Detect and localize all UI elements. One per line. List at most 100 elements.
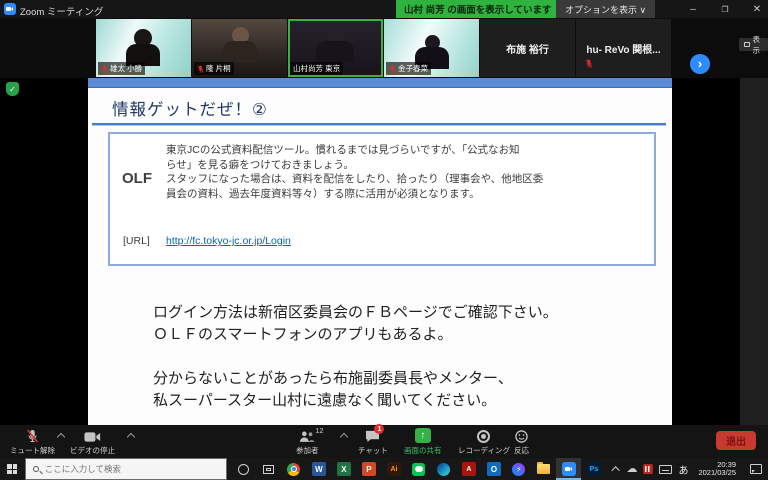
show-options-button[interactable]: オプションを表示 ∨ [556,0,655,18]
tray-app-icon[interactable] [643,464,653,474]
edge-button[interactable] [431,458,456,480]
olf-description-line: 員会の資料、過去年度資料等々）する際に活用が必須となります。 [166,187,543,202]
participant-name: 金子春菜 [398,63,428,74]
video-tile[interactable]: 雄太 小勝 [96,19,191,77]
muted-mic-icon [197,65,204,73]
minimize-button[interactable]: – [680,1,706,17]
excel-icon: X [337,462,351,476]
participants-options-chevron-icon[interactable] [340,433,348,441]
powerpoint-button[interactable]: P [356,458,381,480]
video-camera-icon [84,428,101,443]
onedrive-cloud-icon[interactable]: ☁ [626,464,637,475]
cortana-icon [238,464,249,475]
participant-nametag: 山村尚芳 東京 [290,62,343,75]
chat-badge: 1 [374,424,384,434]
unmute-button[interactable]: ミュート解除 [10,428,55,456]
illustrator-button[interactable]: Ai [381,458,406,480]
outlook-icon: O [487,462,501,476]
olf-description-line: スタッフになった場合は、資料を配信をしたり、拾ったり（理事会や、他地区委 [166,172,543,187]
tray-expand-chevron-icon[interactable] [612,466,620,474]
olf-login-link[interactable]: http://fc.tokyo-jc.or.jp/Login [166,235,291,247]
file-explorer-button[interactable] [531,458,556,480]
chrome-button[interactable] [281,458,306,480]
record-button[interactable]: レコーディング [458,428,510,456]
olf-info-box: OLF 東京JCの公式資料配信ツール。慣れるまでは見づらいですが、「公式なお知 … [108,132,656,266]
windows-taskbar: W X P Ai A O ⚡ Ps ☁ あ 20:39 2021/03/25 [0,458,768,480]
slide-text-line: ログイン方法は新宿区委員会のＦＢページでご確認下さい。 [153,302,558,324]
chrome-icon [287,463,300,476]
record-label: レコーディング [458,445,510,456]
line-button[interactable] [406,458,431,480]
slide-text-line: 分からないことがあったら布施副委員長やメンター、 [153,368,513,390]
record-icon [477,430,490,443]
restore-button[interactable]: ❐ [712,1,738,17]
unmute-label: ミュート解除 [10,445,55,456]
window-background-strip [740,78,768,425]
chat-button[interactable]: 1 チャット [358,428,388,456]
participants-button[interactable]: 12 参加者 [296,428,319,456]
slide-text-line: ＯＬＦのスマートフォンのアプリもあるよ。 [153,324,558,346]
photoshop-button[interactable]: Ps [581,458,606,480]
stop-video-label: ビデオの停止 [70,445,115,456]
taskbar-app-icons: W X P Ai A O ⚡ Ps [231,458,606,480]
participants-count: 12 [315,426,323,435]
taskbar-search[interactable] [25,458,228,480]
powerpoint-icon: P [362,462,376,476]
zoom-taskbar-button[interactable] [556,458,581,480]
zoom-app-icon [4,3,16,15]
video-options-chevron-icon[interactable] [127,433,135,441]
zoom-icon [562,462,576,476]
ime-indicator[interactable]: あ [678,462,688,477]
cortana-button[interactable] [231,458,256,480]
task-view-icon [263,465,274,474]
reactions-button[interactable]: 反応 [514,428,529,456]
video-tile-active-speaker[interactable]: 山村尚芳 東京 [288,19,383,77]
start-button[interactable] [0,458,25,480]
grid-view-icon [744,42,750,47]
audio-only-tile[interactable]: 布施 裕行 [480,19,575,77]
messenger-icon: ⚡ [512,463,525,476]
share-screen-icon: ↑ [415,428,431,443]
stop-video-button[interactable]: ビデオの停止 [70,428,115,456]
zoom-toolbar: ミュート解除 ビデオの停止 12 参加者 1 チャット ↑ [0,425,768,458]
participant-name: 雄太 小勝 [110,63,142,74]
leave-meeting-button[interactable]: 退出 [716,431,756,450]
windows-logo-icon [7,464,17,474]
photoshop-icon: Ps [587,462,601,476]
slide-text-line: 私スーパースター山村に遠慮なく聞いてください。 [153,390,513,412]
share-screen-button[interactable]: ↑ 画面の共有 [404,428,442,456]
participant-nametag: 金子春菜 [386,62,431,75]
action-center-icon[interactable] [750,464,762,474]
mute-options-chevron-icon[interactable] [57,433,65,441]
view-layout-button[interactable]: 表示 [739,38,768,51]
video-tile[interactable]: 隆 片桐 [192,19,287,77]
taskbar-clock[interactable]: 20:39 2021/03/25 [698,461,736,478]
slide-title-divider [92,123,666,125]
olf-description: 東京JCの公式資料配信ツール。慣れるまでは見づらいですが、「公式なお知 らせ」を… [166,143,543,201]
video-tile[interactable]: 金子春菜 [384,19,479,77]
meeting-security-shield-icon[interactable]: ✓ [6,82,19,96]
screen-share-banner: 山村 尚芳 の画面を表示しています [396,0,560,18]
audio-only-tile[interactable]: hu- ReVo 関根... [576,19,671,77]
zoom-meeting-window: Zoom ミーティング 山村 尚芳 の画面を表示しています オプションを表示 ∨… [0,0,768,480]
next-participants-button[interactable]: › [690,54,710,74]
slide-paragraph-contact: 分からないことがあったら布施副委員長やメンター、 私スーパースター山村に遠慮なく… [153,368,513,412]
participant-nametag: 隆 片桐 [194,62,234,75]
task-view-button[interactable] [256,458,281,480]
word-button[interactable]: W [306,458,331,480]
excel-button[interactable]: X [331,458,356,480]
search-input[interactable] [45,464,205,474]
acrobat-button[interactable]: A [456,458,481,480]
clock-date: 2021/03/25 [698,469,736,478]
participant-name: 布施 裕行 [506,41,549,56]
window-title-bar: Zoom ミーティング 山村 尚芳 の画面を表示しています オプションを表示 ∨… [0,0,768,18]
close-button[interactable]: ✕ [744,1,768,17]
muted-mic-icon [26,428,39,443]
illustrator-icon: Ai [387,462,401,476]
touch-keyboard-icon[interactable] [659,465,672,474]
messenger-button[interactable]: ⚡ [506,458,531,480]
edge-icon [437,463,450,476]
participants-icon: 12 [299,428,315,443]
view-button-label: 表示 [753,34,764,56]
outlook-button[interactable]: O [481,458,506,480]
